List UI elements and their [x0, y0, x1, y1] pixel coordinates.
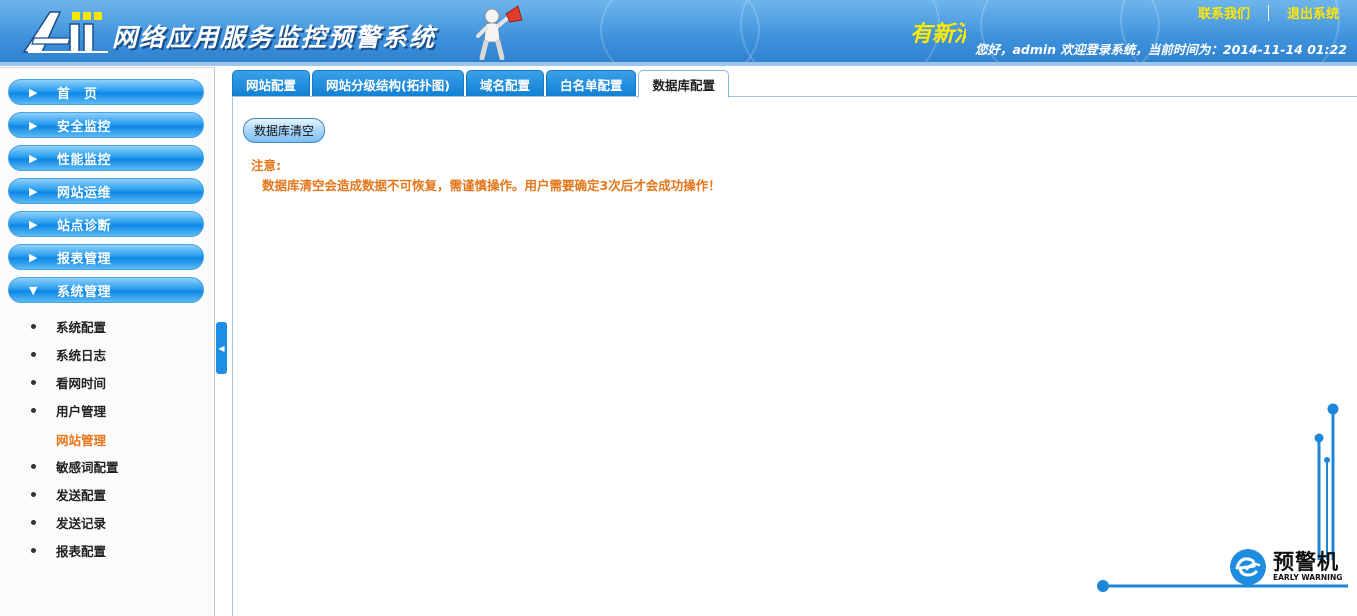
- megaphone-mascot-icon: [476, 5, 523, 60]
- bullet-icon: [31, 463, 36, 469]
- play-arrow-icon: ▶: [29, 250, 38, 264]
- submenu-label: 系统配置: [56, 319, 107, 335]
- warning-title: 注意:: [251, 158, 281, 173]
- menu-label: 网站运维: [57, 185, 112, 201]
- submenu-send-config[interactable]: 发送配置: [0, 480, 214, 508]
- submenu-system-log[interactable]: 系统日志: [0, 340, 214, 368]
- ait-logo-icon: [22, 11, 108, 53]
- submenu-label: 看网时间: [56, 375, 107, 391]
- sidebar: ▶ 首 页 ▶ 安全监控 ▶ 性能监控 ▶ 网站运维 ▶ 站点诊断 ▶ 报表管理…: [0, 67, 215, 616]
- brand-subtitle: EARLY WARNING: [1273, 573, 1343, 582]
- play-arrow-icon: ▶: [29, 217, 38, 231]
- bullet-icon: [31, 547, 36, 553]
- menu-site-diagnosis[interactable]: ▶ 站点诊断: [8, 211, 204, 237]
- submenu-system-config[interactable]: 系统配置: [0, 312, 214, 340]
- tab-site-config[interactable]: 网站配置: [232, 70, 311, 97]
- collapse-left-icon: ◀: [218, 343, 225, 353]
- menu-label: 报表管理: [57, 251, 112, 267]
- tab-domain-config[interactable]: 域名配置: [465, 70, 544, 97]
- submenu-label: 发送记录: [56, 515, 107, 531]
- bullet-icon: [31, 323, 36, 329]
- menu-report-management[interactable]: ▶ 报表管理: [8, 244, 204, 270]
- menu-label: 性能监控: [57, 152, 112, 168]
- submenu-label: 发送配置: [56, 487, 107, 503]
- submenu-label: 报表配置: [56, 543, 107, 559]
- link-divider: [1267, 4, 1269, 21]
- submenu-label: 用户管理: [56, 403, 107, 419]
- bullet-icon: [31, 519, 36, 525]
- top-links: 联系我们 退出系统: [1198, 3, 1339, 22]
- submenu-label: 系统日志: [56, 347, 107, 363]
- submenu-report-config[interactable]: 报表配置: [0, 536, 214, 564]
- logout-link[interactable]: 退出系统: [1287, 3, 1339, 22]
- sidebar-collapse-handle[interactable]: ◀: [216, 322, 227, 374]
- menu-site-ops[interactable]: ▶ 网站运维: [8, 178, 204, 204]
- header-banner: 网络应用服务监控预警系统 有新消息 联系我们 退出系统 您好，admin 欢迎登…: [0, 0, 1357, 66]
- tab-database-config[interactable]: 数据库配置: [638, 70, 729, 98]
- welcome-message: 您好，admin 欢迎登录系统，当前时间为：2014-11-14 01:22: [974, 42, 1347, 57]
- bullet-icon: [31, 407, 36, 413]
- submenu-browse-time[interactable]: 看网时间: [0, 368, 214, 396]
- decor-swirl: [600, 0, 760, 66]
- menu-security-monitor[interactable]: ▶ 安全监控: [8, 112, 204, 138]
- menu-home[interactable]: ▶ 首 页: [8, 79, 204, 105]
- clear-database-button[interactable]: 数据库清空: [243, 118, 325, 143]
- early-warning-logo-icon: [1230, 549, 1266, 585]
- play-arrow-icon: ▶: [29, 85, 38, 99]
- contact-us-link[interactable]: 联系我们: [1198, 3, 1250, 22]
- bullet-icon: [31, 379, 36, 385]
- play-arrow-icon: ▶: [29, 118, 38, 132]
- tab-bar: 网站配置 网站分级结构(拓扑图) 域名配置 白名单配置 数据库配置: [232, 70, 731, 98]
- menu-label: 系统管理: [57, 284, 112, 300]
- menu-label: 首 页: [57, 86, 98, 102]
- submenu-site-management[interactable]: 网站管理: [0, 425, 214, 453]
- menu-performance-monitor[interactable]: ▶ 性能监控: [8, 145, 204, 171]
- brand-block: 预警机 EARLY WARNING: [1228, 546, 1348, 586]
- expanded-arrow-icon: ▼: [29, 283, 38, 297]
- menu-label: 站点诊断: [57, 218, 112, 234]
- submenu-label: 网站管理: [56, 432, 107, 448]
- submenu-send-records[interactable]: 发送记录: [0, 508, 214, 536]
- warning-text: 数据库清空会造成数据不可恢复，需谨慎操作。用户需要确定3次后才会成功操作！: [262, 178, 721, 193]
- bullet-icon: [31, 491, 36, 497]
- tab-whitelist-config[interactable]: 白名单配置: [545, 70, 637, 97]
- submenu-sensitive-words[interactable]: 敏感词配置: [0, 452, 214, 480]
- menu-system-management[interactable]: ▼ 系统管理: [8, 277, 204, 303]
- tab-site-topology[interactable]: 网站分级结构(拓扑图): [312, 70, 464, 97]
- submenu-label: 敏感词配置: [56, 459, 119, 475]
- bullet-icon: [31, 351, 36, 357]
- system-title: 网络应用服务监控预警系统: [112, 23, 437, 52]
- menu-label: 安全监控: [57, 119, 112, 135]
- submenu-user-management[interactable]: 用户管理: [0, 396, 214, 424]
- play-arrow-icon: ▶: [29, 184, 38, 198]
- play-arrow-icon: ▶: [29, 151, 38, 165]
- brand-name: 预警机: [1273, 550, 1339, 574]
- scrolling-notice: 有新消息: [910, 21, 966, 46]
